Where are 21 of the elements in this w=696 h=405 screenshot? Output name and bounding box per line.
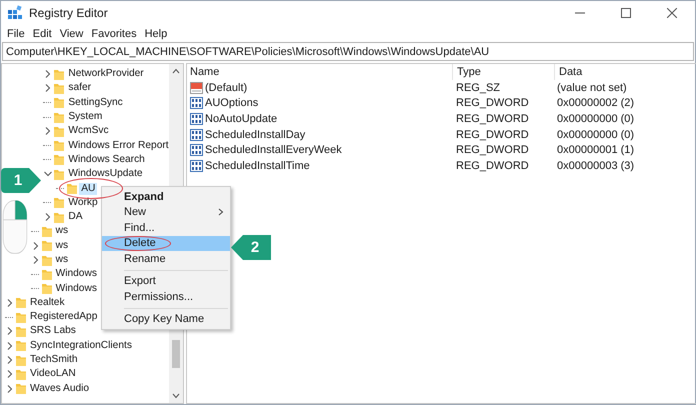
value-name: ScheduledInstallDay [205,128,306,141]
value-data: 0x00000003 (3) [556,160,636,172]
step-callout: 1 [1,168,41,193]
value-name: (Default) [205,82,248,94]
value-type: REG_DWORD [455,112,530,125]
value-type: REG_SZ [455,82,502,94]
value-data: 0x00000000 (0) [556,128,636,141]
value-data: 0x00000000 (0) [556,112,636,125]
value-data: (value not set) [556,82,628,94]
window-title: Registry Editor [29,6,108,20]
step-callout: 2 [231,235,271,260]
value-type: REG_DWORD [455,144,530,156]
value-type: REG_DWORD [455,97,530,110]
value-name: ScheduledInstallTime [205,160,310,172]
value-type: REG_DWORD [455,128,530,141]
value-data: 0x00000002 (2) [556,97,636,110]
value-name: NoAutoUpdate [205,112,278,125]
value-name: ScheduledInstallEveryWeek [205,144,342,156]
value-data: 0x00000001 (1) [556,144,636,156]
value-type: REG_DWORD [455,160,530,172]
value-name: AUOptions [205,97,258,110]
